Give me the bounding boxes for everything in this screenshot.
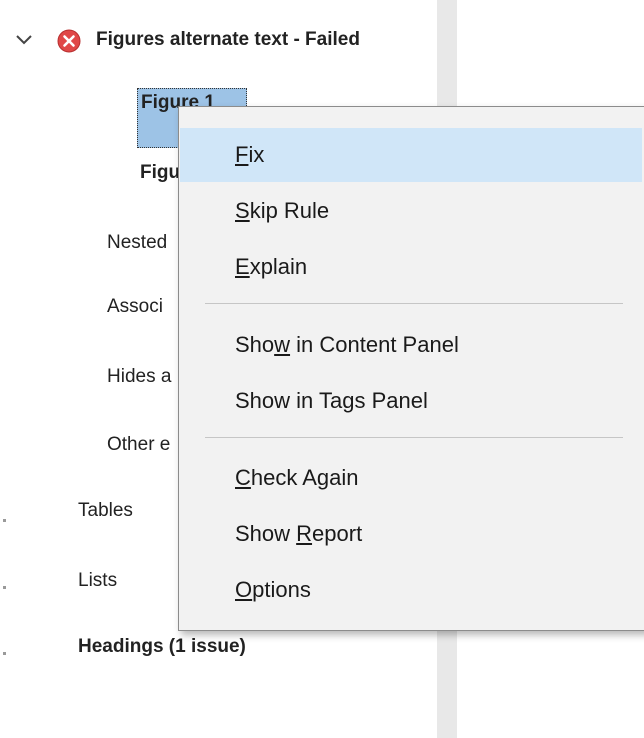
menu-item-explain[interactable]: Explain xyxy=(180,240,642,294)
menu-item-show-in-content-panel[interactable]: Show in Content Panel xyxy=(180,318,642,372)
rule-heading-figures-alt-text[interactable]: Figures alternate text - Failed xyxy=(96,25,360,55)
section-headings[interactable]: Headings (1 issue) xyxy=(78,632,246,662)
panel-edge-mark xyxy=(3,652,6,655)
menu-item-show-report[interactable]: Show Report xyxy=(180,507,642,561)
tree-item-nested[interactable]: Nested xyxy=(107,228,167,258)
menu-item-options[interactable]: Options xyxy=(180,563,642,617)
panel-edge-mark xyxy=(3,519,6,522)
context-menu: Fix Skip Rule Explain Show in Content Pa… xyxy=(178,106,644,631)
tree-item-associated[interactable]: Associ xyxy=(107,292,163,322)
chevron-down-icon[interactable] xyxy=(14,29,34,49)
menu-item-check-again[interactable]: Check Again xyxy=(180,451,642,505)
tree-item-other[interactable]: Other e xyxy=(107,430,170,460)
error-x-icon xyxy=(57,29,81,53)
tree-item-figure-2[interactable]: Figu xyxy=(140,158,180,188)
menu-item-fix[interactable]: Fix xyxy=(180,128,642,182)
panel-edge-mark xyxy=(3,586,6,589)
menu-item-show-in-tags-panel[interactable]: Show in Tags Panel xyxy=(180,374,642,428)
tree-item-hides[interactable]: Hides a xyxy=(107,362,171,392)
menu-item-skip-rule[interactable]: Skip Rule xyxy=(180,184,642,238)
section-lists[interactable]: Lists xyxy=(78,566,117,596)
section-tables[interactable]: Tables xyxy=(78,496,133,526)
menu-separator xyxy=(205,303,623,304)
menu-separator xyxy=(205,437,623,438)
